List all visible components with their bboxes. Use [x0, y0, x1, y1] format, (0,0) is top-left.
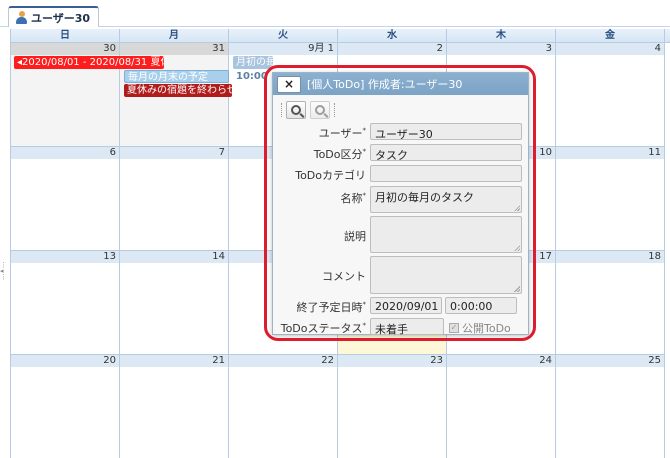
day-number: 24 — [447, 355, 555, 367]
toolbar-separator — [281, 103, 282, 117]
user-field[interactable]: ユーザー30 — [370, 123, 522, 141]
todo-detail-popup: × [個人ToDo] 作成者:ユーザー30 ユーザー* ユーザー30 ToDo区… — [272, 72, 529, 336]
event-summer-break[interactable]: ◂2020/08/01 - 2020/08/31 夏休み — [14, 56, 164, 69]
weekday-wed: 水 — [338, 29, 447, 42]
event-month-start-task[interactable]: 月初の毎 — [233, 56, 273, 69]
day-cell[interactable]: 13 — [11, 251, 120, 355]
day-number: 6 — [11, 147, 119, 159]
status-field[interactable]: 未着手 — [370, 318, 444, 336]
day-cell[interactable]: 18 — [556, 251, 665, 355]
day-number: 7 — [120, 147, 228, 159]
weekday-thu: 木 — [447, 29, 556, 42]
popup-header: × [個人ToDo] 作成者:ユーザー30 — [273, 73, 528, 95]
event-time-label[interactable]: 10:00 — [233, 70, 273, 83]
day-cell[interactable]: 14 — [120, 251, 229, 355]
splitter-handle[interactable]: ⋮ ◂ ⋮ — [0, 262, 7, 281]
day-number: 13 — [11, 251, 119, 263]
weekday-tue: 火 — [229, 29, 338, 42]
comment-field[interactable] — [370, 256, 522, 294]
toolbar-separator — [334, 103, 335, 117]
todo-category-field[interactable] — [370, 165, 522, 182]
event-homework[interactable]: 夏休みの宿題を終わらせる — [124, 84, 232, 97]
field-label: ToDo区分* — [313, 147, 366, 161]
day-number: 23 — [338, 355, 446, 367]
close-button[interactable]: × — [277, 75, 301, 93]
event-month-end-plan[interactable]: 毎月の月末の予定 — [124, 70, 229, 83]
description-field[interactable] — [370, 216, 522, 253]
close-icon: × — [283, 77, 295, 91]
field-label: ToDoステータス* — [280, 321, 366, 335]
day-cell[interactable]: 23 — [338, 355, 447, 458]
day-number: 3 — [447, 43, 555, 55]
search-page-icon — [291, 105, 301, 115]
day-cell[interactable]: 22 — [229, 355, 338, 458]
field-label: 終了予定日時* — [296, 300, 367, 314]
day-number: 21 — [120, 355, 228, 367]
day-number: 18 — [556, 251, 664, 263]
user-icon — [15, 11, 28, 24]
todo-type-field[interactable]: タスク — [370, 144, 522, 162]
name-field[interactable]: 月初の毎月のタスク — [370, 186, 522, 213]
zoom-button[interactable] — [310, 101, 330, 119]
day-number: 31 — [120, 43, 228, 55]
day-number: 4 — [556, 43, 664, 55]
due-date-field[interactable]: 2020/09/01 — [370, 297, 442, 314]
field-label: コメント — [322, 270, 366, 283]
zoom-icon — [315, 105, 325, 115]
field-label: ToDoカテゴリ — [295, 169, 366, 182]
day-cell[interactable]: 25 — [556, 355, 665, 458]
tab-bar: ユーザー30 — [0, 0, 670, 27]
calendar-week: 20 21 22 23 24 25 — [11, 355, 670, 458]
field-label: ユーザー* — [318, 126, 366, 140]
due-time-field[interactable]: 0:00:00 — [445, 297, 517, 314]
resize-handle-icon[interactable] — [514, 286, 520, 292]
day-cell[interactable]: 20 — [11, 355, 120, 458]
weekday-sun: 日 — [11, 29, 120, 42]
day-number: 14 — [120, 251, 228, 263]
day-cell[interactable]: 24 — [447, 355, 556, 458]
day-cell[interactable]: 11 — [556, 147, 665, 251]
preview-button[interactable] — [286, 101, 306, 119]
day-cell[interactable]: 21 — [120, 355, 229, 458]
resize-handle-icon[interactable] — [514, 245, 520, 251]
day-cell[interactable]: 7 — [120, 147, 229, 251]
day-cell[interactable]: 6 — [11, 147, 120, 251]
day-number: 11 — [556, 147, 664, 159]
day-number: 22 — [229, 355, 337, 367]
day-cell[interactable]: 4 — [556, 43, 665, 147]
popup-toolbar — [273, 99, 528, 121]
popup-title: [個人ToDo] 作成者:ユーザー30 — [307, 78, 463, 91]
public-todo-label: 公開ToDo — [462, 322, 511, 335]
app-root: ユーザー30 ⋮ ◂ ⋮ 日 月 火 水 木 金 30 31 9月 1 2 3 4 … — [0, 0, 670, 458]
weekday-mon: 月 — [120, 29, 229, 42]
day-number: 30 — [11, 43, 119, 55]
resize-handle-icon[interactable] — [514, 205, 520, 211]
weekday-header: 日 月 火 水 木 金 — [11, 29, 670, 43]
day-number: 20 — [11, 355, 119, 367]
day-number: 2 — [338, 43, 446, 55]
day-number: 25 — [556, 355, 664, 367]
checkbox-check-icon: ✓ — [449, 323, 459, 333]
public-todo-checkbox[interactable]: ✓ 公開ToDo — [449, 320, 511, 336]
weekday-fri: 金 — [556, 29, 665, 42]
field-label: 説明 — [344, 230, 366, 243]
field-label: 名称* — [340, 191, 367, 205]
tab-label: ユーザー30 — [31, 11, 91, 25]
day-number: 9月 1 — [229, 43, 337, 55]
tab-user[interactable]: ユーザー30 — [8, 6, 100, 27]
